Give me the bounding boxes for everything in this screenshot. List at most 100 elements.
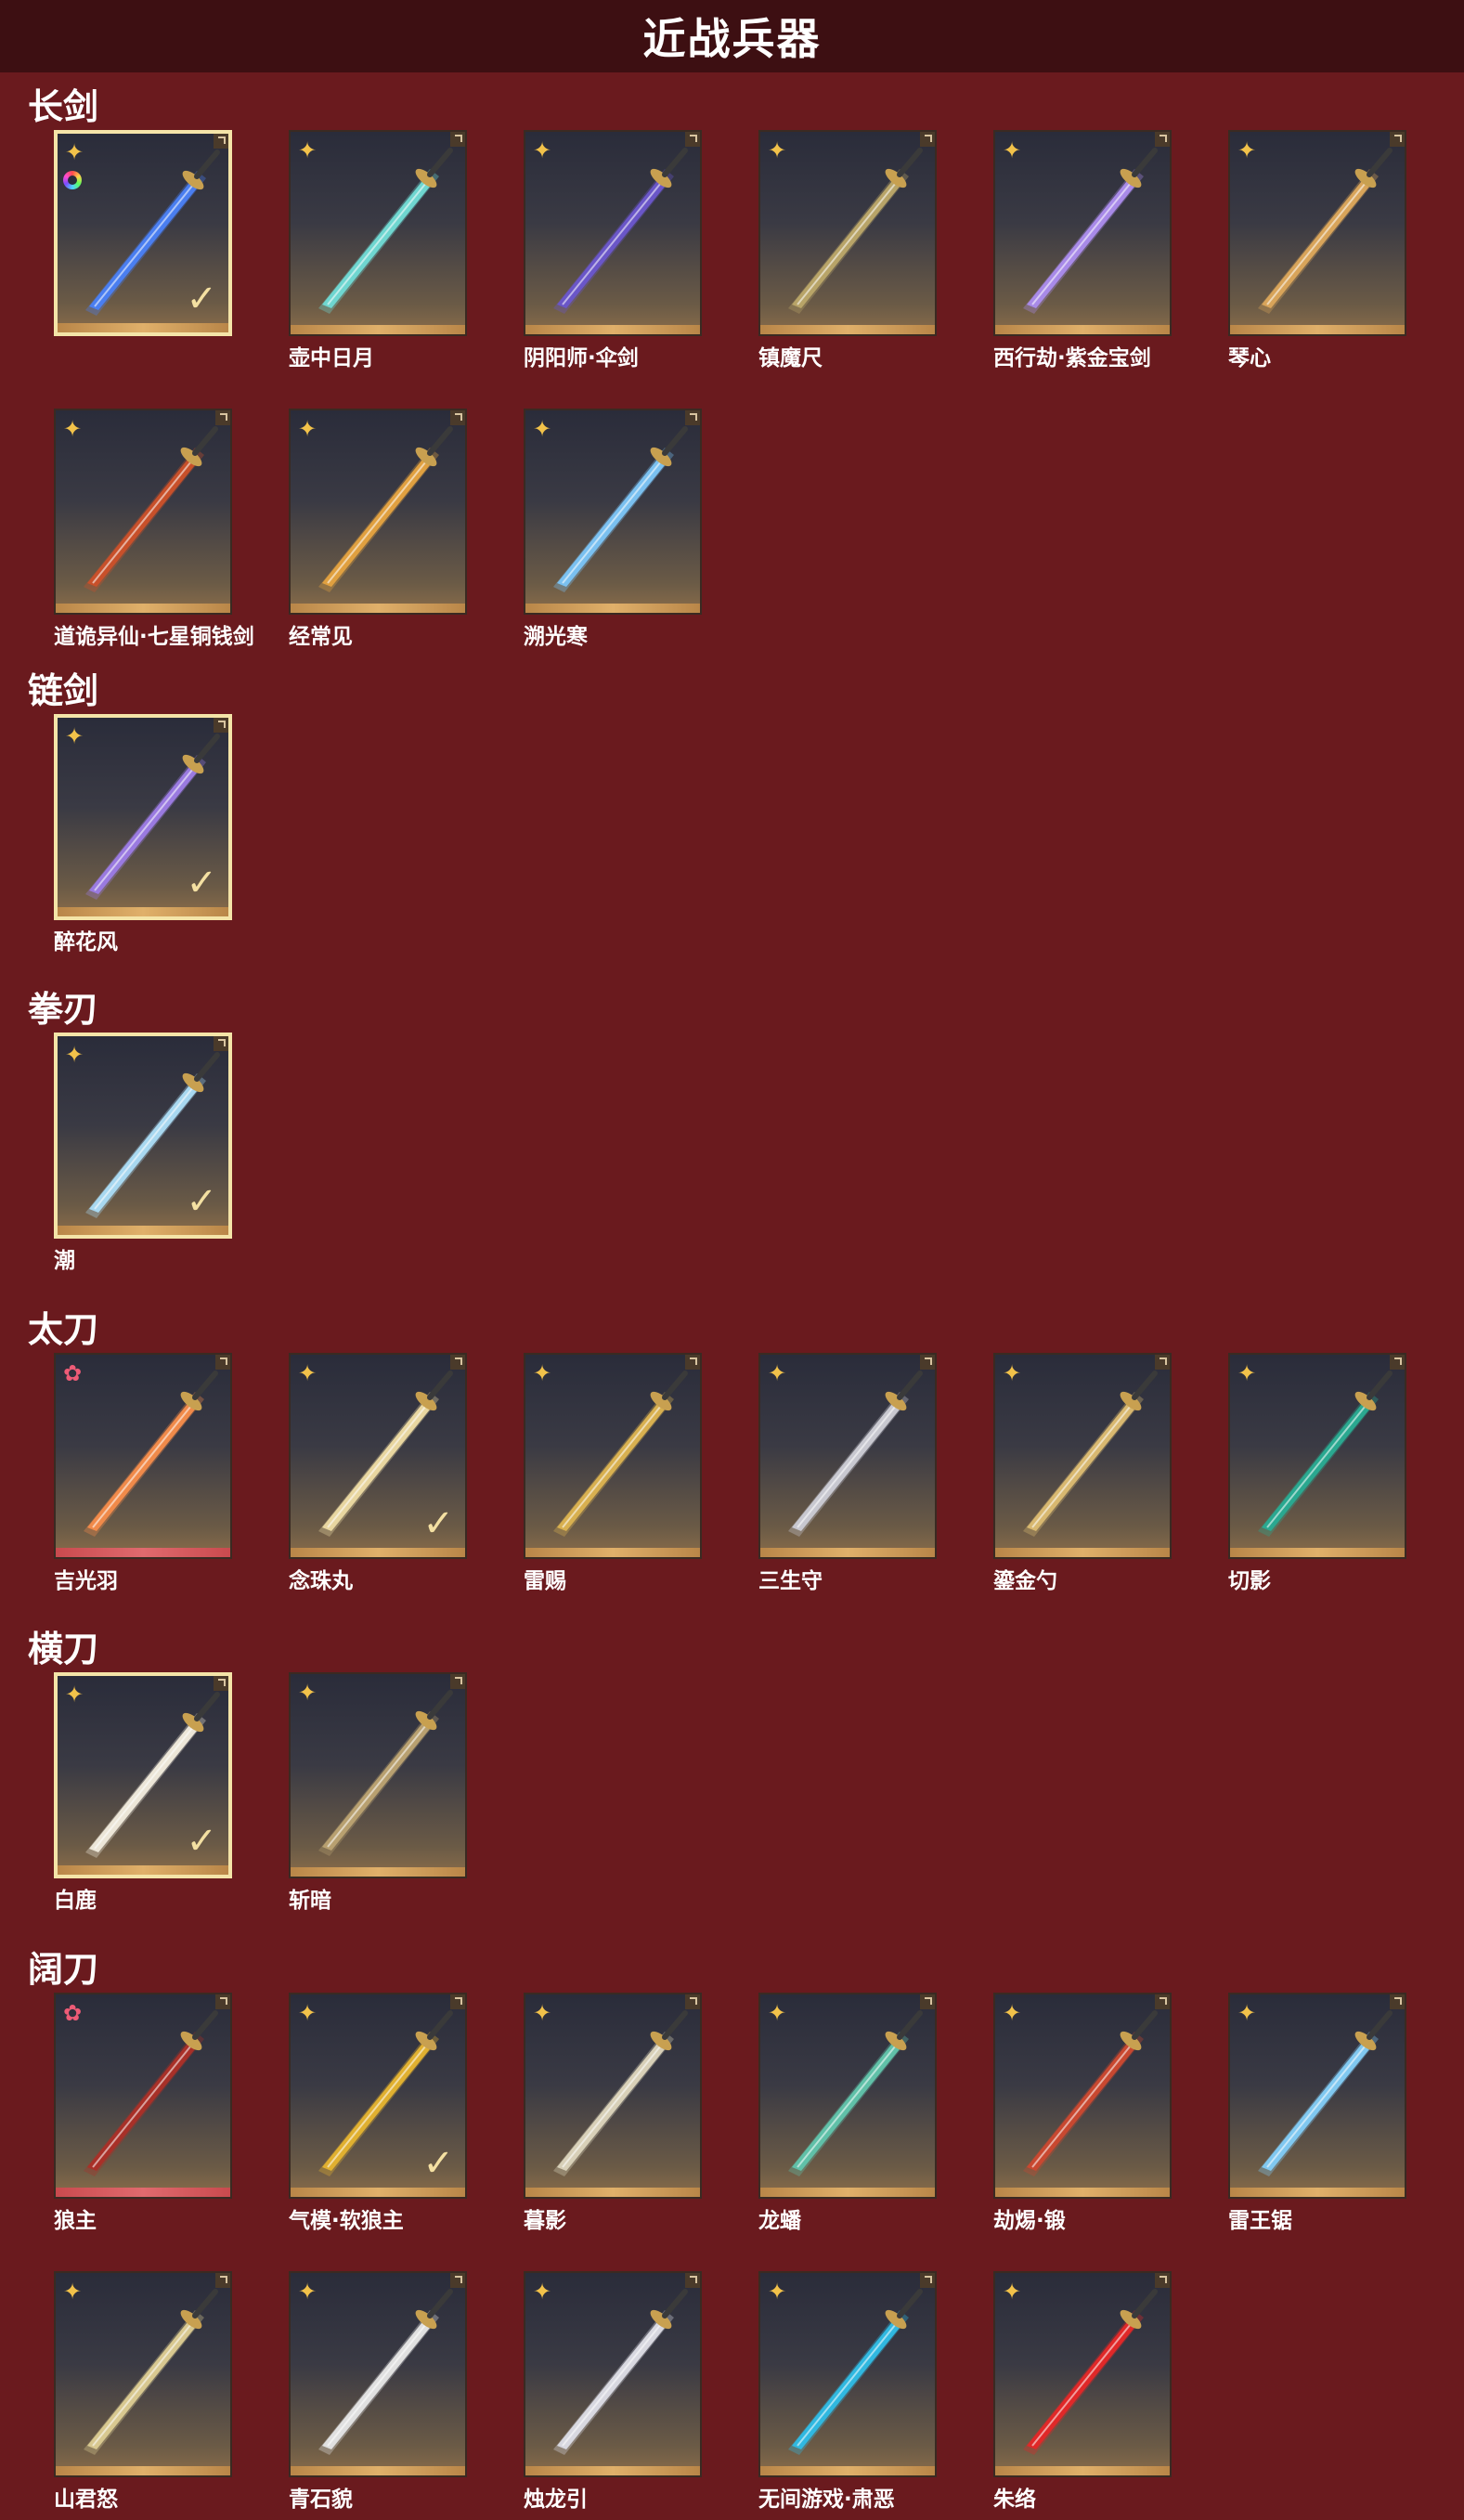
weapon-name-label: 三生守 xyxy=(758,1569,823,1593)
weapon-name-label: 壶中日月 xyxy=(289,346,374,370)
weapon-item[interactable]: ✦ 琴心 xyxy=(1228,130,1408,371)
weapon-item[interactable]: ✦ ✓ 念珠丸 xyxy=(289,1353,469,1594)
weapon-item[interactable]: ✦ ✓ 潮 xyxy=(54,1033,234,1274)
weapon-card[interactable]: ✦ ✓ xyxy=(54,1033,232,1239)
weapon-card[interactable]: ✦ xyxy=(524,130,702,336)
weapon-illustration xyxy=(318,2289,453,2455)
weapon-name-label: 雷赐 xyxy=(524,1569,566,1593)
weapon-card[interactable]: ✦ ✓ xyxy=(54,130,232,336)
weapon-card[interactable]: ✦ xyxy=(524,2271,702,2477)
weapon-card[interactable]: ✦ xyxy=(993,1353,1172,1559)
weapon-item[interactable]: ✦ 雷王锯 xyxy=(1228,1993,1408,2234)
weapon-item[interactable]: ✦ 阴阳师·伞剑 xyxy=(524,130,704,371)
weapon-card[interactable]: ✦ ✓ xyxy=(289,1353,467,1559)
weapon-card[interactable]: ✿ xyxy=(54,1353,232,1559)
weapon-illustration xyxy=(1023,148,1158,314)
weapon-card[interactable]: ✦ xyxy=(54,409,232,615)
weapon-item[interactable]: ✦ 鎏金勺 xyxy=(993,1353,1173,1594)
corner-tag-icon xyxy=(1390,132,1405,147)
weapon-item[interactable]: ✦ 壶中日月 xyxy=(289,130,469,371)
weapon-illustration xyxy=(84,2289,218,2455)
weapon-card[interactable]: ✦ ✓ xyxy=(289,1993,467,2199)
weapon-item[interactable]: ✦ 无间游戏·肃恶 xyxy=(758,2271,939,2513)
weapon-item[interactable]: ✦ 切影 xyxy=(1228,1353,1408,1594)
weapon-item[interactable]: ✦ 龙蟠 xyxy=(758,1993,939,2234)
weapon-card[interactable]: ✦ xyxy=(993,130,1172,336)
weapon-item[interactable]: ✦ 青石貌 xyxy=(289,2271,469,2513)
corner-tag-icon xyxy=(214,718,228,733)
corner-tag-icon xyxy=(215,1355,230,1370)
weapon-illustration xyxy=(1258,2010,1393,2176)
weapon-name-label: 暮影 xyxy=(524,2209,566,2233)
corner-tag-icon xyxy=(214,1676,228,1691)
weapon-card[interactable]: ✦ xyxy=(289,409,467,615)
weapon-name-label: 烛龙引 xyxy=(524,2488,588,2512)
weapon-item[interactable]: ✿ 吉光羽 xyxy=(54,1353,234,1594)
corner-tag-icon xyxy=(685,1994,700,2009)
weapon-item[interactable]: ✦ 雷赐 xyxy=(524,1353,704,1594)
weapon-item[interactable]: ✦ ✓ 气模·软狼主 xyxy=(289,1993,469,2234)
weapon-item[interactable]: ✦ 镇魔尺 xyxy=(758,130,939,371)
weapon-card[interactable]: ✦ xyxy=(993,2271,1172,2477)
weapon-item[interactable]: ✿ 狼主 xyxy=(54,1993,234,2234)
weapon-name-label: 琴心 xyxy=(1228,346,1271,370)
weapon-card[interactable]: ✦ xyxy=(1228,1993,1406,2199)
corner-tag-icon xyxy=(215,2273,230,2288)
weapon-card[interactable]: ✦ xyxy=(758,1993,937,2199)
gold-star-rarity-icon: ✦ xyxy=(1003,137,1022,163)
gold-star-rarity-icon: ✦ xyxy=(768,137,787,163)
weapon-item[interactable]: ✦ 劫焬·锻 xyxy=(993,1993,1173,2234)
weapon-item[interactable]: ✦ 朱络 xyxy=(993,2271,1173,2513)
weapon-illustration xyxy=(553,2289,688,2455)
gold-star-rarity-icon: ✦ xyxy=(298,1360,317,1386)
weapon-card[interactable]: ✦ xyxy=(524,409,702,615)
corner-tag-icon xyxy=(920,1355,935,1370)
weapon-illustration xyxy=(84,426,218,592)
weapon-card[interactable]: ✦ xyxy=(289,130,467,336)
weapon-illustration xyxy=(788,1370,923,1537)
weapon-name-label: 青石貌 xyxy=(289,2488,353,2512)
gold-star-rarity-icon: ✦ xyxy=(768,1360,787,1386)
corner-tag-icon xyxy=(450,132,465,147)
weapon-card[interactable]: ✦ ✓ xyxy=(54,714,232,920)
weapon-card[interactable]: ✦ xyxy=(1228,1353,1406,1559)
weapon-name-label: 经常见 xyxy=(289,625,353,649)
weapon-item[interactable]: ✦ 斩暗 xyxy=(289,1672,469,1914)
weapon-card[interactable]: ✦ xyxy=(289,2271,467,2477)
weapon-item[interactable]: ✦ ✓ 白鹿 xyxy=(54,1672,234,1914)
weapon-card[interactable]: ✦ xyxy=(993,1993,1172,2199)
weapon-card[interactable]: ✦ xyxy=(54,2271,232,2477)
weapon-item[interactable]: ✦ 西行劫·紫金宝剑 xyxy=(993,130,1173,371)
corner-tag-icon xyxy=(1155,132,1170,147)
gold-star-rarity-icon: ✦ xyxy=(63,416,83,442)
checkmark-icon: ✓ xyxy=(422,1502,454,1545)
weapon-item[interactable]: ✦ 溯光寒 xyxy=(524,409,704,650)
weapon-card[interactable]: ✦ xyxy=(524,1993,702,2199)
weapon-item[interactable]: ✦ 烛龙引 xyxy=(524,2271,704,2513)
category-title: 拳刃 xyxy=(28,989,99,1030)
weapon-name-label: 鎏金勺 xyxy=(993,1569,1057,1593)
corner-tag-icon xyxy=(1390,1355,1405,1370)
weapon-card[interactable]: ✦ xyxy=(524,1353,702,1559)
weapon-card[interactable]: ✿ xyxy=(54,1993,232,2199)
weapon-item[interactable]: ✦ ✓ xyxy=(54,130,234,371)
weapon-name-label: 醉花风 xyxy=(54,930,118,955)
weapon-card[interactable]: ✦ xyxy=(758,130,937,336)
weapon-name-label: 阴阳师·伞剑 xyxy=(524,346,639,370)
weapon-card[interactable]: ✦ ✓ xyxy=(54,1672,232,1878)
weapon-card[interactable]: ✦ xyxy=(1228,130,1406,336)
corner-tag-icon xyxy=(214,1036,228,1051)
weapon-name-label: 狼主 xyxy=(54,2209,97,2233)
weapon-item[interactable]: ✦ 山君怒 xyxy=(54,2271,234,2513)
weapon-card[interactable]: ✦ xyxy=(289,1672,467,1878)
weapon-item[interactable]: ✦ ✓ 醉花风 xyxy=(54,714,234,955)
color-wheel-icon[interactable] xyxy=(63,171,82,189)
weapon-card[interactable]: ✦ xyxy=(758,1353,937,1559)
weapon-item[interactable]: ✦ 道诡异仙·七星铜钱剑 xyxy=(54,409,254,650)
weapon-item[interactable]: ✦ 三生守 xyxy=(758,1353,939,1594)
weapon-item[interactable]: ✦ 经常见 xyxy=(289,409,469,650)
gold-star-rarity-icon: ✦ xyxy=(65,139,84,165)
weapon-item[interactable]: ✦ 暮影 xyxy=(524,1993,704,2234)
weapon-card[interactable]: ✦ xyxy=(758,2271,937,2477)
corner-tag-icon xyxy=(685,1355,700,1370)
